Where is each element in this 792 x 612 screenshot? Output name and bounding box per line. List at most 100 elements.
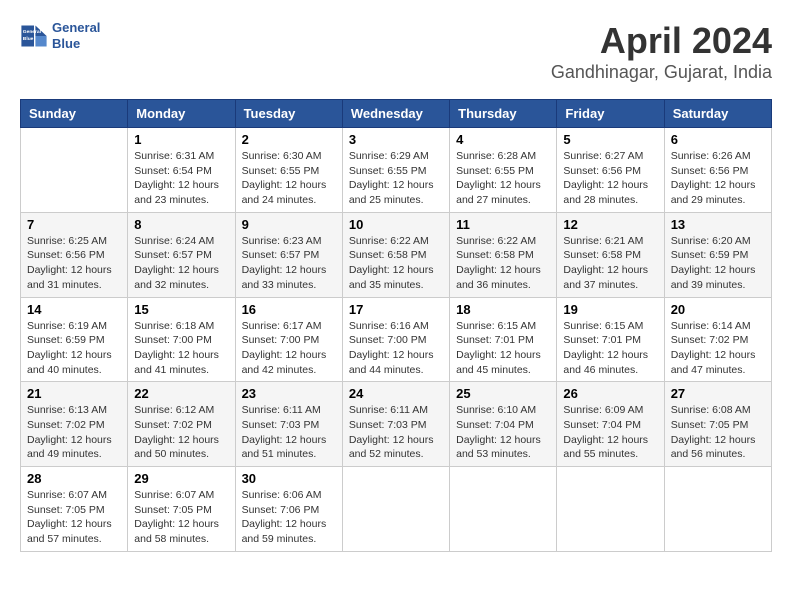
calendar-table: SundayMondayTuesdayWednesdayThursdayFrid… (20, 99, 772, 552)
day-info: Sunrise: 6:07 AM Sunset: 7:05 PM Dayligh… (27, 488, 121, 547)
week-row-5: 28 Sunrise: 6:07 AM Sunset: 7:05 PM Dayli… (21, 467, 772, 552)
calendar-header: SundayMondayTuesdayWednesdayThursdayFrid… (21, 100, 772, 128)
calendar-cell: 24Sunrise: 6:11 AM Sunset: 7:03 PM Dayli… (342, 382, 449, 467)
day-info: Sunrise: 6:21 AM Sunset: 6:58 PM Dayligh… (563, 234, 657, 293)
calendar-cell: 9 Sunrise: 6:23 AM Sunset: 6:57 PM Daylig… (235, 212, 342, 297)
calendar-cell: 19Sunrise: 6:15 AM Sunset: 7:01 PM Dayli… (557, 297, 664, 382)
calendar-cell (557, 467, 664, 552)
calendar-cell: 1 Sunrise: 6:31 AM Sunset: 6:54 PM Daylig… (128, 128, 235, 213)
logo: General Blue General Blue (20, 20, 100, 51)
day-number: 18 (456, 302, 550, 317)
day-number: 17 (349, 302, 443, 317)
day-info: Sunrise: 6:24 AM Sunset: 6:57 PM Dayligh… (134, 234, 228, 293)
day-number: 29 (134, 471, 228, 486)
day-info: Sunrise: 6:23 AM Sunset: 6:57 PM Dayligh… (242, 234, 336, 293)
day-number: 22 (134, 386, 228, 401)
calendar-cell: 6Sunrise: 6:26 AM Sunset: 6:56 PM Daylig… (664, 128, 771, 213)
calendar-cell: 8 Sunrise: 6:24 AM Sunset: 6:57 PM Daylig… (128, 212, 235, 297)
day-number: 20 (671, 302, 765, 317)
day-info: Sunrise: 6:12 AM Sunset: 7:02 PM Dayligh… (134, 403, 228, 462)
day-info: Sunrise: 6:25 AM Sunset: 6:56 PM Dayligh… (27, 234, 121, 293)
calendar-cell: 21 Sunrise: 6:13 AM Sunset: 7:02 PM Dayli… (21, 382, 128, 467)
calendar-cell: 26 Sunrise: 6:09 AM Sunset: 7:04 PM Dayli… (557, 382, 664, 467)
calendar-cell: 27 Sunrise: 6:08 AM Sunset: 7:05 PM Dayli… (664, 382, 771, 467)
day-info: Sunrise: 6:27 AM Sunset: 6:56 PM Dayligh… (563, 149, 657, 208)
day-info: Sunrise: 6:14 AM Sunset: 7:02 PM Dayligh… (671, 319, 765, 378)
calendar-cell: 2Sunrise: 6:30 AM Sunset: 6:55 PM Daylig… (235, 128, 342, 213)
calendar-cell: 29 Sunrise: 6:07 AM Sunset: 7:05 PM Dayli… (128, 467, 235, 552)
day-number: 2 (242, 132, 336, 147)
day-number: 25 (456, 386, 550, 401)
calendar-cell: 4 Sunrise: 6:28 AM Sunset: 6:55 PM Daylig… (450, 128, 557, 213)
day-info: Sunrise: 6:09 AM Sunset: 7:04 PM Dayligh… (563, 403, 657, 462)
logo-line2: Blue (52, 36, 100, 52)
day-number: 12 (563, 217, 657, 232)
header-cell-wednesday: Wednesday (342, 100, 449, 128)
day-number: 11 (456, 217, 550, 232)
day-info: Sunrise: 6:22 AM Sunset: 6:58 PM Dayligh… (456, 234, 550, 293)
header-cell-monday: Monday (128, 100, 235, 128)
calendar-cell (664, 467, 771, 552)
day-info: Sunrise: 6:13 AM Sunset: 7:02 PM Dayligh… (27, 403, 121, 462)
day-info: Sunrise: 6:15 AM Sunset: 7:01 PM Dayligh… (563, 319, 657, 378)
calendar-cell (21, 128, 128, 213)
week-row-2: 7 Sunrise: 6:25 AM Sunset: 6:56 PM Daylig… (21, 212, 772, 297)
calendar-cell: 12 Sunrise: 6:21 AM Sunset: 6:58 PM Dayli… (557, 212, 664, 297)
day-info: Sunrise: 6:26 AM Sunset: 6:56 PM Dayligh… (671, 149, 765, 208)
day-info: Sunrise: 6:15 AM Sunset: 7:01 PM Dayligh… (456, 319, 550, 378)
calendar-cell: 5 Sunrise: 6:27 AM Sunset: 6:56 PM Daylig… (557, 128, 664, 213)
day-info: Sunrise: 6:29 AM Sunset: 6:55 PM Dayligh… (349, 149, 443, 208)
day-number: 5 (563, 132, 657, 147)
calendar-cell: 16Sunrise: 6:17 AM Sunset: 7:00 PM Dayli… (235, 297, 342, 382)
day-number: 7 (27, 217, 121, 232)
day-info: Sunrise: 6:22 AM Sunset: 6:58 PM Dayligh… (349, 234, 443, 293)
header-cell-friday: Friday (557, 100, 664, 128)
logo-icon: General Blue (20, 22, 48, 50)
day-number: 1 (134, 132, 228, 147)
day-info: Sunrise: 6:08 AM Sunset: 7:05 PM Dayligh… (671, 403, 765, 462)
day-info: Sunrise: 6:07 AM Sunset: 7:05 PM Dayligh… (134, 488, 228, 547)
calendar-cell: 15 Sunrise: 6:18 AM Sunset: 7:00 PM Dayli… (128, 297, 235, 382)
calendar-cell: 7 Sunrise: 6:25 AM Sunset: 6:56 PM Daylig… (21, 212, 128, 297)
day-number: 27 (671, 386, 765, 401)
day-number: 28 (27, 471, 121, 486)
header-cell-tuesday: Tuesday (235, 100, 342, 128)
day-number: 9 (242, 217, 336, 232)
day-info: Sunrise: 6:28 AM Sunset: 6:55 PM Dayligh… (456, 149, 550, 208)
day-number: 3 (349, 132, 443, 147)
page-header: General Blue General Blue April 2024 Gan… (20, 20, 772, 83)
calendar-cell: 20 Sunrise: 6:14 AM Sunset: 7:02 PM Dayli… (664, 297, 771, 382)
calendar-cell: 28 Sunrise: 6:07 AM Sunset: 7:05 PM Dayli… (21, 467, 128, 552)
week-row-3: 14Sunrise: 6:19 AM Sunset: 6:59 PM Dayli… (21, 297, 772, 382)
logo-line1: General (52, 20, 100, 36)
week-row-4: 21 Sunrise: 6:13 AM Sunset: 7:02 PM Dayli… (21, 382, 772, 467)
header-cell-saturday: Saturday (664, 100, 771, 128)
calendar-cell: 23Sunrise: 6:11 AM Sunset: 7:03 PM Dayli… (235, 382, 342, 467)
day-number: 15 (134, 302, 228, 317)
calendar-cell (450, 467, 557, 552)
header-cell-sunday: Sunday (21, 100, 128, 128)
day-number: 23 (242, 386, 336, 401)
calendar-cell: 22 Sunrise: 6:12 AM Sunset: 7:02 PM Dayli… (128, 382, 235, 467)
day-info: Sunrise: 6:31 AM Sunset: 6:54 PM Dayligh… (134, 149, 228, 208)
calendar-body: 1 Sunrise: 6:31 AM Sunset: 6:54 PM Daylig… (21, 128, 772, 552)
day-number: 4 (456, 132, 550, 147)
day-number: 14 (27, 302, 121, 317)
day-number: 24 (349, 386, 443, 401)
day-number: 26 (563, 386, 657, 401)
calendar-cell: 11 Sunrise: 6:22 AM Sunset: 6:58 PM Dayli… (450, 212, 557, 297)
day-info: Sunrise: 6:18 AM Sunset: 7:00 PM Dayligh… (134, 319, 228, 378)
calendar-cell (342, 467, 449, 552)
header-row: SundayMondayTuesdayWednesdayThursdayFrid… (21, 100, 772, 128)
title-area: April 2024 Gandhinagar, Gujarat, India (551, 20, 772, 83)
day-info: Sunrise: 6:06 AM Sunset: 7:06 PM Dayligh… (242, 488, 336, 547)
day-number: 13 (671, 217, 765, 232)
day-number: 8 (134, 217, 228, 232)
day-info: Sunrise: 6:16 AM Sunset: 7:00 PM Dayligh… (349, 319, 443, 378)
header-cell-thursday: Thursday (450, 100, 557, 128)
day-info: Sunrise: 6:10 AM Sunset: 7:04 PM Dayligh… (456, 403, 550, 462)
calendar-cell: 13Sunrise: 6:20 AM Sunset: 6:59 PM Dayli… (664, 212, 771, 297)
day-number: 21 (27, 386, 121, 401)
calendar-cell: 18 Sunrise: 6:15 AM Sunset: 7:01 PM Dayli… (450, 297, 557, 382)
calendar-cell: 10Sunrise: 6:22 AM Sunset: 6:58 PM Dayli… (342, 212, 449, 297)
